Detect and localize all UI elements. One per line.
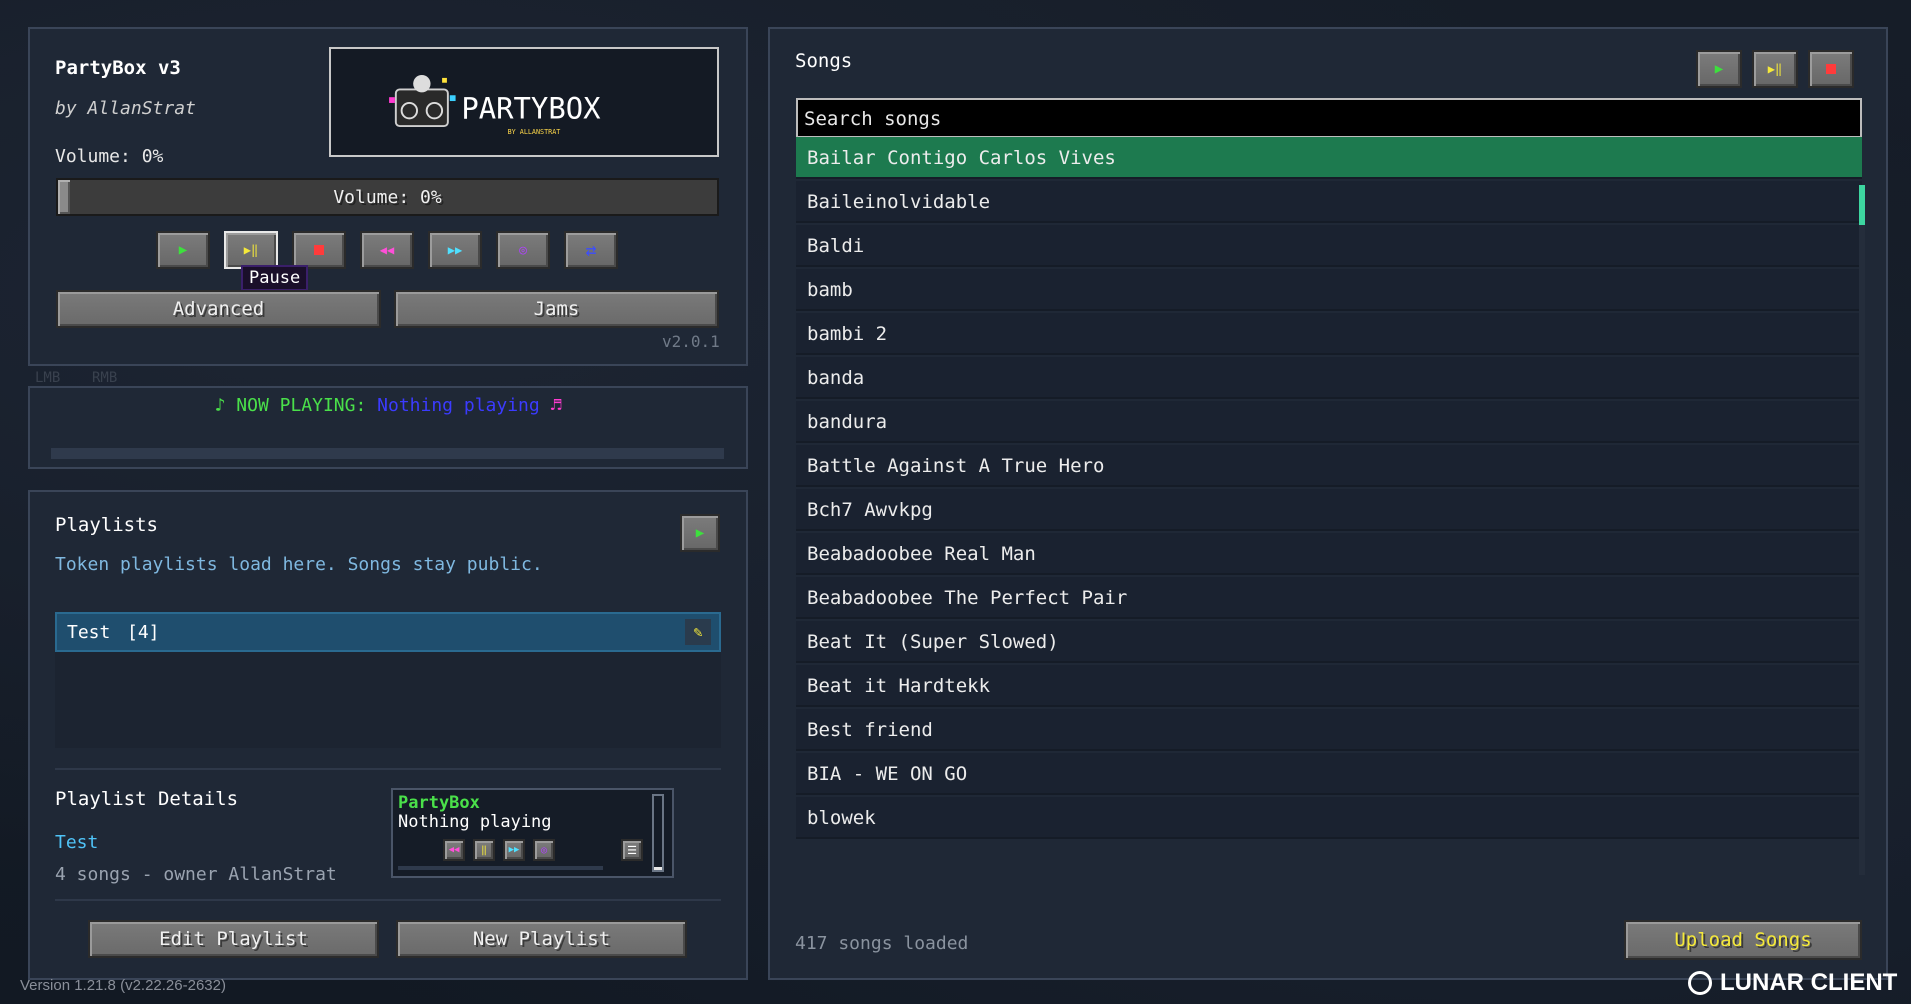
shuffle-button[interactable]: ◎ — [496, 231, 550, 269]
menu-icon: ☰ — [627, 843, 637, 857]
divider — [55, 768, 721, 770]
progress-bar — [51, 448, 724, 459]
song-item[interactable]: bandura — [796, 401, 1862, 443]
stop-button[interactable] — [292, 231, 346, 269]
play-icon: ▶ — [1714, 61, 1724, 77]
new-playlist-button[interactable]: New Playlist — [396, 920, 687, 958]
play-playlist-button[interactable]: ▶ — [680, 514, 720, 552]
play-icon: ▶ — [178, 242, 188, 258]
playlists-title: Playlists — [55, 514, 158, 536]
advanced-button[interactable]: Advanced — [56, 290, 381, 328]
songs-play-button[interactable]: ▶ — [1696, 50, 1742, 88]
playlist-details-title: Playlist Details — [55, 788, 239, 810]
pause-icon: ‖ — [480, 844, 488, 856]
song-item[interactable]: Baldi — [796, 225, 1862, 267]
lunar-client-text: LUNAR CLIENT — [1720, 969, 1898, 996]
stop-icon — [314, 245, 324, 255]
previous-icon: ◀◀ — [448, 845, 460, 855]
pause-icon: ▶‖ — [1767, 62, 1783, 76]
playlists-subtitle: Token playlists load here. Songs stay pu… — [55, 554, 543, 575]
pause-icon: ▶‖ — [243, 243, 259, 257]
play-button[interactable]: ▶ — [156, 231, 210, 269]
now-playing: ♪ NOW PLAYING: Nothing playing ♬ — [28, 395, 748, 416]
songs-title: Songs — [795, 50, 853, 72]
divider — [55, 899, 721, 901]
song-item[interactable]: Battle Against A True Hero — [796, 445, 1862, 487]
song-item[interactable]: Baileinolvidable — [796, 181, 1862, 223]
mini-progress-bar — [398, 866, 603, 870]
mini-volume-bar[interactable] — [652, 794, 664, 872]
song-item[interactable]: Best friend — [796, 709, 1862, 751]
mini-next-button[interactable]: ▶▶ — [503, 839, 525, 861]
playlist-details-name: Test — [55, 832, 99, 853]
version-label: v2.0.1 — [662, 332, 720, 351]
now-playing-prefix: ♪ NOW PLAYING: — [214, 395, 367, 416]
song-item[interactable]: bamb — [796, 269, 1862, 311]
pause-tooltip: Pause — [241, 265, 309, 291]
now-playing-value: Nothing playing — [377, 395, 540, 416]
mini-player: PartyBox Nothing playing ◀◀ ‖ ▶▶ ◎ ☰ — [391, 788, 674, 878]
song-item[interactable]: Beat It (Super Slowed) — [796, 621, 1862, 663]
song-item[interactable]: Bch7 Awvkpg — [796, 489, 1862, 531]
svg-text:PARTYBOX: PARTYBOX — [461, 91, 601, 125]
songs-pause-button[interactable]: ▶‖ — [1752, 50, 1798, 88]
playlist-details-meta: 4 songs - owner AllanStrat — [55, 864, 337, 885]
song-item[interactable]: banda — [796, 357, 1862, 399]
song-item[interactable]: blowek — [796, 797, 1862, 839]
scrollbar-thumb[interactable] — [1859, 185, 1865, 225]
repeat-button[interactable]: ⇄ — [564, 231, 618, 269]
playlist-item-name: Test — [67, 622, 111, 643]
repeat-icon: ⇄ — [585, 239, 597, 261]
partybox-logo: PARTYBOX BY ALLANSTRAT — [329, 47, 719, 157]
client-version: Version 1.21.8 (v2.22.26-2632) — [20, 977, 226, 994]
song-item[interactable]: bambi 2 — [796, 313, 1862, 355]
song-list-scrollbar[interactable] — [1859, 185, 1865, 875]
volume-slider[interactable]: Volume: 0% — [56, 178, 719, 216]
mini-player-status: Nothing playing — [398, 812, 552, 832]
mini-player-title: PartyBox — [398, 793, 480, 813]
stop-icon — [1826, 64, 1836, 74]
shuffle-icon: ◎ — [540, 844, 548, 856]
song-item[interactable]: Beabadoobee The Perfect Pair — [796, 577, 1862, 619]
app-title: PartyBox v3 — [55, 57, 181, 79]
shuffle-icon: ◎ — [519, 242, 527, 258]
mini-menu-button[interactable]: ☰ — [621, 839, 643, 861]
mini-shuffle-button[interactable]: ◎ — [533, 839, 555, 861]
songs-loaded-count: 417 songs loaded — [795, 933, 969, 954]
mini-volume-handle[interactable] — [654, 867, 662, 870]
now-playing-suffix: ♬ — [550, 395, 562, 416]
logo-image: PARTYBOX BY ALLANSTRAT — [389, 75, 601, 136]
edit-playlist-icon[interactable]: ✎ — [685, 619, 711, 645]
search-placeholder: Search songs — [804, 108, 942, 130]
previous-icon: ◀◀ — [379, 243, 395, 257]
lmb-hint: LMB — [35, 370, 61, 386]
play-icon: ▶ — [695, 525, 705, 541]
jams-button[interactable]: Jams — [394, 290, 719, 328]
next-button[interactable]: ▶▶ — [428, 231, 482, 269]
volume-slider-label: Volume: 0% — [333, 187, 442, 208]
song-item[interactable]: Beat it Hardtekk — [796, 665, 1862, 707]
search-input[interactable]: Search songs — [796, 98, 1862, 138]
next-icon: ▶▶ — [447, 243, 463, 257]
songs-stop-button[interactable] — [1808, 50, 1854, 88]
mini-pause-button[interactable]: ‖ — [473, 839, 495, 861]
song-item[interactable]: Bailar Contigo Carlos Vives — [796, 137, 1862, 179]
app-author: by AllanStrat — [55, 98, 196, 119]
moon-icon — [1688, 971, 1712, 995]
edit-playlist-button[interactable]: Edit Playlist — [88, 920, 379, 958]
pause-button[interactable]: ▶‖ — [224, 231, 278, 269]
playlist-item[interactable]: Test [4] ✎ — [55, 612, 721, 652]
song-item[interactable]: Beabadoobee Real Man — [796, 533, 1862, 575]
previous-button[interactable]: ◀◀ — [360, 231, 414, 269]
rmb-hint: RMB — [92, 370, 118, 386]
song-item[interactable]: BIA - WE ON GO — [796, 753, 1862, 795]
volume-label: Volume: 0% — [55, 146, 164, 167]
svg-text:BY ALLANSTRAT: BY ALLANSTRAT — [508, 128, 561, 136]
upload-songs-button[interactable]: Upload Songs — [1624, 920, 1862, 960]
next-icon: ▶▶ — [508, 845, 520, 855]
lunar-client-logo: LUNAR CLIENT — [1688, 968, 1897, 998]
mini-previous-button[interactable]: ◀◀ — [443, 839, 465, 861]
playlist-item-count: [4] — [127, 622, 160, 643]
